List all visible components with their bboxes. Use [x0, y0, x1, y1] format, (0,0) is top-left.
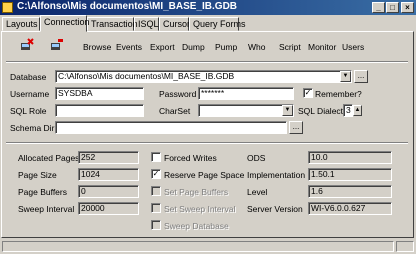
close-icon[interactable]: ×: [401, 2, 414, 13]
browse-button[interactable]: Browse: [83, 42, 111, 52]
sqldialect-field[interactable]: 3: [343, 104, 353, 117]
sqlrole-label: SQL Role: [10, 106, 47, 116]
monitor-button[interactable]: Monitor: [308, 42, 336, 52]
allocated-pages-label: Allocated Pages: [18, 153, 80, 163]
ods-value: 10.0: [308, 151, 392, 164]
username-field[interactable]: SYSDBA: [55, 87, 144, 100]
allocated-pages-value: 252: [78, 151, 139, 164]
set-sweep-interval-checkbox: [151, 203, 161, 213]
tab-cursor[interactable]: Cursor: [159, 17, 190, 31]
events-button[interactable]: Events: [116, 42, 142, 52]
reserve-page-space-label: Reserve Page Space: [164, 170, 245, 180]
users-button[interactable]: Users: [342, 42, 364, 52]
pump-button[interactable]: Pump: [215, 42, 237, 52]
remember-checkbox[interactable]: ✓: [303, 88, 313, 98]
title-bar: C:\Alfonso\Mis documentos\MI_BASE_IB.GDB…: [0, 0, 416, 15]
sweep-interval-label: Sweep Interval: [18, 204, 75, 214]
database-label: Database: [10, 72, 47, 82]
sweep-database-checkbox: [151, 220, 161, 230]
page-size-label: Page Size: [18, 170, 57, 180]
connect-icon[interactable]: [20, 38, 34, 52]
database-combo[interactable]: C:\Alfonso\Mis documentos\MI_BASE_IB.GDB: [55, 70, 352, 83]
set-page-buffers-label: Set Page Buffers: [164, 187, 229, 197]
sqldialect-spin-icon[interactable]: ▲: [353, 105, 362, 116]
page-buffers-label: Page Buffers: [18, 187, 67, 197]
dump-button[interactable]: Dump: [182, 42, 205, 52]
password-field[interactable]: *******: [198, 87, 294, 100]
forced-writes-label: Forced Writes: [164, 153, 217, 163]
remember-label: Remember?: [315, 89, 362, 99]
status-panel: [2, 241, 394, 252]
tab-query-forms[interactable]: Query Forms: [189, 17, 246, 31]
forced-writes-checkbox[interactable]: [151, 152, 161, 162]
page-size-value: 1024: [78, 168, 139, 181]
separator: [6, 142, 408, 144]
charset-label: CharSet: [159, 106, 191, 116]
charset-combo[interactable]: [198, 104, 294, 117]
sweep-interval-value: 20000: [78, 202, 139, 215]
username-label: Username: [10, 89, 50, 99]
page-buffers-value: 0: [78, 185, 139, 198]
separator: [6, 61, 408, 63]
level-label: Level: [247, 187, 268, 197]
who-button[interactable]: Who: [248, 42, 265, 52]
server-version-value: WI-V6.0.0.627: [308, 202, 392, 215]
ods-label: ODS: [247, 153, 266, 163]
database-dropdown-icon[interactable]: ▼: [340, 71, 351, 82]
implementation-label: Implementation: [247, 170, 306, 180]
sweep-database-label: Sweep Database: [164, 221, 229, 231]
reserve-page-space-checkbox[interactable]: ✓: [151, 169, 161, 179]
tab-transaction[interactable]: Transaction: [87, 17, 138, 31]
minimize-icon[interactable]: _: [372, 2, 385, 13]
export-button[interactable]: Export: [150, 42, 175, 52]
maximize-icon[interactable]: □: [386, 2, 399, 13]
level-value: 1.6: [308, 185, 392, 198]
disconnect-icon[interactable]: [50, 38, 64, 52]
size-grip[interactable]: [396, 241, 414, 252]
schemadir-label: Schema Dir: [10, 123, 55, 133]
window-title: C:\Alfonso\Mis documentos\MI_BASE_IB.GDB: [17, 1, 238, 12]
app-icon: [2, 2, 13, 13]
tab-layouts[interactable]: Layouts: [2, 17, 40, 31]
set-page-buffers-checkbox: [151, 186, 161, 196]
schemadir-field[interactable]: [55, 121, 287, 134]
server-version-label: Server Version: [247, 204, 303, 214]
implementation-value: 1.50.1: [308, 168, 392, 181]
database-browse-button[interactable]: ...: [354, 70, 368, 83]
sqlrole-field[interactable]: [55, 104, 144, 117]
tab-isql[interactable]: ISQL: [134, 17, 159, 31]
set-sweep-interval-label: Set Sweep Interval: [164, 204, 236, 214]
tab-connection[interactable]: Connection: [40, 15, 90, 32]
password-label: Password: [159, 89, 197, 99]
script-button[interactable]: Script: [279, 42, 301, 52]
charset-dropdown-icon[interactable]: ▼: [282, 105, 293, 116]
sqldialect-label: SQL Dialect: [298, 106, 344, 116]
schemadir-browse-button[interactable]: ...: [289, 121, 303, 134]
